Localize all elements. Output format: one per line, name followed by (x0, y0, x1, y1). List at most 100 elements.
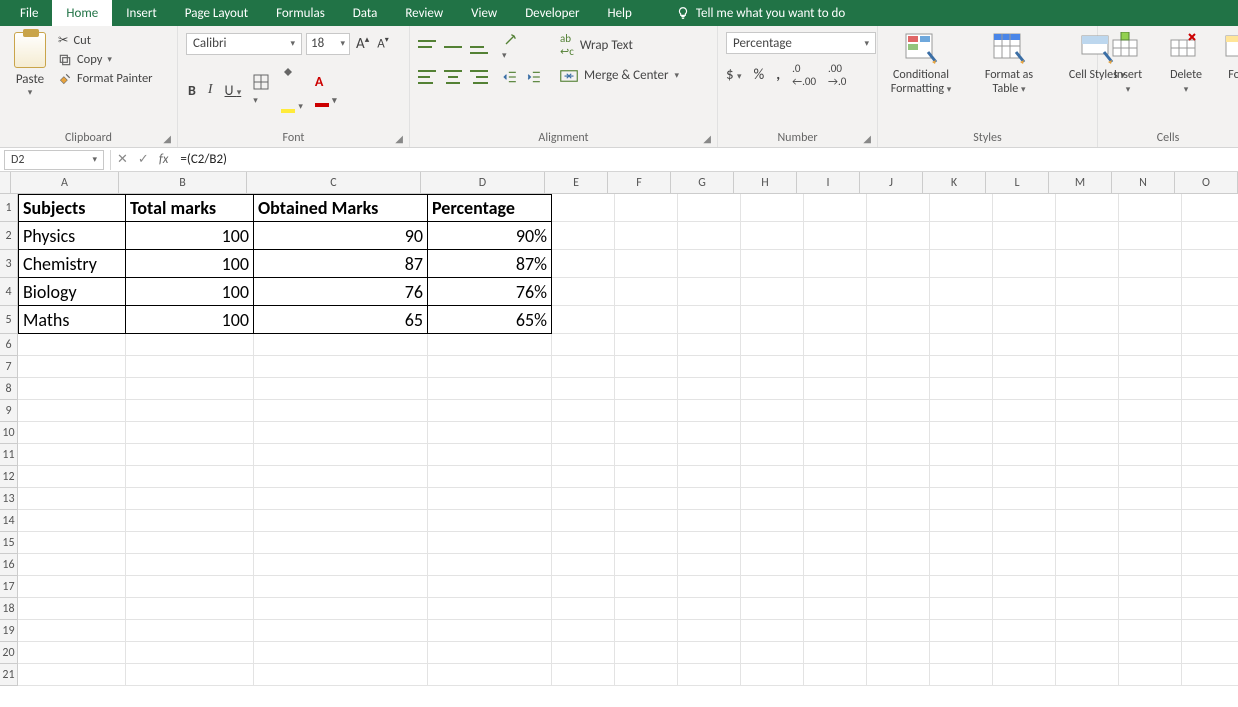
tab-formulas[interactable]: Formulas (262, 0, 339, 26)
cell[interactable] (1182, 378, 1238, 400)
cell[interactable] (552, 532, 615, 554)
number-format-select[interactable]: Percentage▾ (726, 32, 876, 54)
align-left-button[interactable] (418, 70, 436, 84)
cell[interactable] (678, 488, 741, 510)
bold-button[interactable]: B (186, 80, 198, 101)
cell[interactable] (741, 576, 804, 598)
cell[interactable] (18, 378, 126, 400)
column-header[interactable]: B (119, 172, 247, 194)
align-right-button[interactable] (470, 70, 488, 84)
cell[interactable] (1056, 222, 1119, 250)
row-header[interactable]: 10 (0, 422, 18, 444)
cell[interactable] (1119, 400, 1182, 422)
row-header[interactable]: 15 (0, 532, 18, 554)
font-size-select[interactable]: 18▾ (306, 33, 350, 55)
cell[interactable] (741, 598, 804, 620)
cell[interactable] (1119, 306, 1182, 334)
cell[interactable] (993, 510, 1056, 532)
select-all-corner[interactable] (0, 172, 11, 194)
cell[interactable] (930, 250, 993, 278)
cell[interactable] (678, 642, 741, 664)
cell[interactable] (741, 642, 804, 664)
cell[interactable] (126, 510, 254, 532)
cell[interactable] (678, 620, 741, 642)
cell[interactable] (428, 444, 552, 466)
cell[interactable] (615, 334, 678, 356)
cell[interactable] (1056, 532, 1119, 554)
tab-file[interactable]: File (6, 0, 52, 26)
cell[interactable] (254, 422, 428, 444)
cell[interactable] (930, 488, 993, 510)
cell[interactable] (1056, 422, 1119, 444)
cell[interactable] (615, 642, 678, 664)
cell[interactable] (254, 444, 428, 466)
cell[interactable] (804, 422, 867, 444)
cell[interactable] (428, 664, 552, 686)
cell[interactable] (804, 250, 867, 278)
cell[interactable] (993, 532, 1056, 554)
cell[interactable] (678, 444, 741, 466)
cell[interactable] (254, 400, 428, 422)
cell[interactable] (804, 532, 867, 554)
cell[interactable] (993, 642, 1056, 664)
row-header[interactable]: 21 (0, 664, 18, 686)
cell[interactable] (930, 400, 993, 422)
cell[interactable] (126, 422, 254, 444)
cell[interactable] (18, 356, 126, 378)
cell[interactable] (867, 510, 930, 532)
cell[interactable] (552, 664, 615, 686)
cell[interactable] (930, 642, 993, 664)
row-header[interactable]: 18 (0, 598, 18, 620)
row-header[interactable]: 1 (0, 194, 18, 222)
align-top-button[interactable] (418, 40, 436, 54)
cell[interactable] (741, 378, 804, 400)
cell[interactable] (615, 250, 678, 278)
format-painter-button[interactable]: Format Painter (58, 71, 153, 86)
cell[interactable] (741, 466, 804, 488)
column-header[interactable]: O (1175, 172, 1238, 194)
cell[interactable] (678, 378, 741, 400)
cell[interactable] (254, 510, 428, 532)
cell[interactable] (1056, 278, 1119, 306)
cell[interactable] (993, 222, 1056, 250)
cell[interactable] (678, 532, 741, 554)
cancel-formula-button[interactable]: ✕ (117, 152, 128, 167)
name-box[interactable]: D2▾ (4, 150, 104, 170)
cell[interactable] (741, 532, 804, 554)
cell[interactable] (615, 532, 678, 554)
cell[interactable] (615, 400, 678, 422)
cell[interactable] (18, 554, 126, 576)
cell[interactable] (930, 378, 993, 400)
cell[interactable]: 100 (126, 222, 254, 250)
cell[interactable] (552, 554, 615, 576)
cell[interactable] (552, 194, 615, 222)
cell[interactable] (254, 642, 428, 664)
tab-data[interactable]: Data (339, 0, 392, 26)
cell[interactable] (1119, 466, 1182, 488)
cell[interactable] (993, 378, 1056, 400)
cell[interactable] (741, 356, 804, 378)
dialog-launcher-icon[interactable]: ◢ (163, 132, 171, 145)
cell[interactable] (18, 664, 126, 686)
cell[interactable] (1182, 356, 1238, 378)
cell[interactable] (126, 532, 254, 554)
cell[interactable] (615, 598, 678, 620)
dialog-launcher-icon[interactable]: ◢ (863, 132, 871, 145)
cell[interactable] (615, 444, 678, 466)
cell[interactable] (1056, 400, 1119, 422)
cell[interactable] (993, 444, 1056, 466)
cell[interactable] (254, 664, 428, 686)
cell[interactable] (1056, 554, 1119, 576)
cell[interactable] (741, 664, 804, 686)
cell[interactable] (1119, 488, 1182, 510)
cell[interactable] (126, 598, 254, 620)
cell[interactable] (1182, 554, 1238, 576)
cell[interactable] (1056, 620, 1119, 642)
cell[interactable] (1182, 222, 1238, 250)
cell[interactable] (552, 598, 615, 620)
format-cells-button[interactable]: Form (1222, 32, 1238, 97)
cell[interactable] (615, 356, 678, 378)
cell[interactable] (18, 576, 126, 598)
cell[interactable] (930, 466, 993, 488)
cell[interactable] (867, 664, 930, 686)
